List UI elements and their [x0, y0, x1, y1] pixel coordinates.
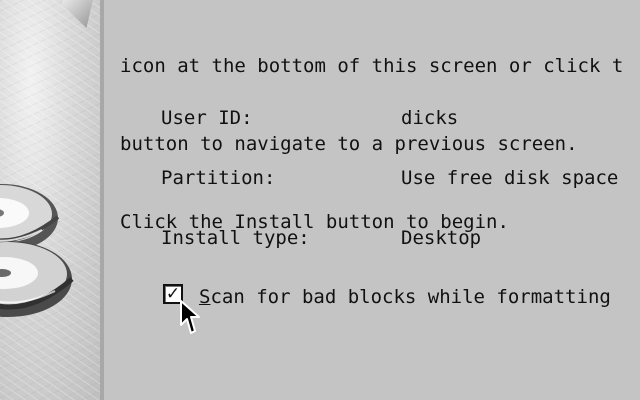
- summary-row-install-type: Install type: Desktop: [161, 224, 639, 252]
- disc-stack-art: [0, 184, 74, 317]
- scan-bad-blocks-label-text: can for bad blocks while formatting: [210, 286, 611, 308]
- scan-accelerator-letter: S: [199, 286, 211, 308]
- partition-value: Use free disk space: [401, 167, 619, 189]
- install-summary-area: icon at the bottom of this screen or cli…: [120, 0, 640, 400]
- install-type-value: Desktop: [401, 227, 482, 249]
- install-type-label: Install type:: [161, 227, 310, 249]
- instruction-line: icon at the bottom of this screen or cli…: [120, 55, 624, 77]
- user-id-value: dicks: [401, 107, 459, 129]
- summary-row-partition: Partition: Use free disk space: [161, 164, 639, 192]
- scan-bad-blocks-option[interactable]: ✓ Scan for bad blocks while formatting: [161, 283, 640, 313]
- user-id-label: User ID:: [161, 107, 253, 129]
- summary-row-user-id: User ID: dicks: [161, 104, 639, 132]
- scan-bad-blocks-label[interactable]: Scan for bad blocks while formatting: [199, 283, 611, 311]
- instruction-line: button to navigate to a previous screen.: [120, 133, 578, 155]
- partition-label: Partition:: [161, 167, 276, 189]
- left-decorative-panel: [0, 0, 104, 400]
- scan-bad-blocks-checkbox[interactable]: ✓: [163, 284, 183, 304]
